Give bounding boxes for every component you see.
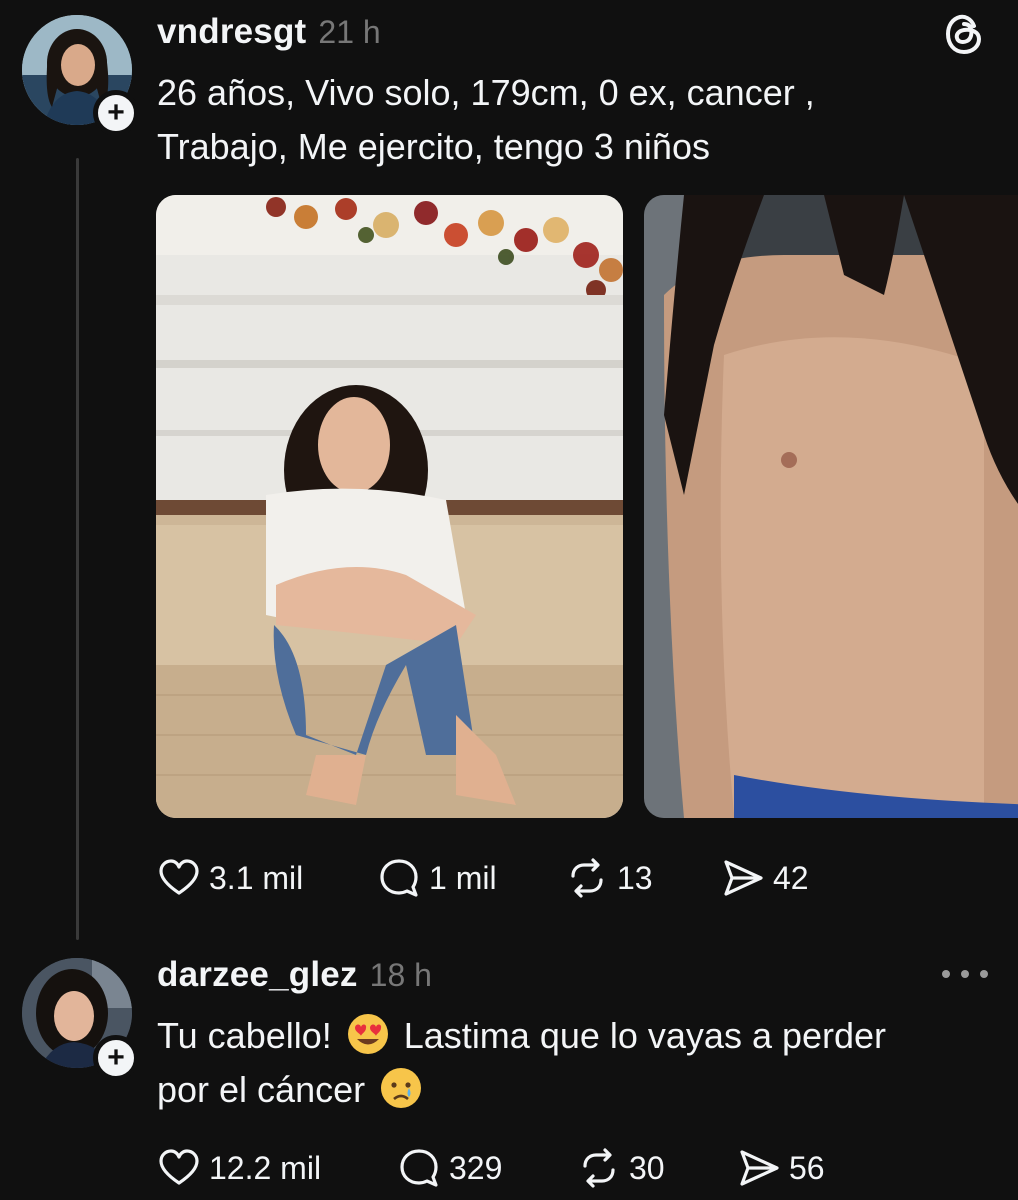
plus-icon: + bbox=[107, 1041, 125, 1074]
repost-count: 13 bbox=[617, 859, 653, 896]
reply-like-button[interactable]: 12.2 mil bbox=[157, 1146, 397, 1190]
username-link[interactable]: vndresgt bbox=[157, 12, 306, 52]
post-header: vndresgt 21 h bbox=[157, 12, 381, 52]
reply-actions: 12.2 mil 329 30 56 bbox=[157, 1146, 825, 1190]
reply-share-button[interactable]: 56 bbox=[737, 1146, 825, 1190]
share-button[interactable]: 42 bbox=[721, 856, 809, 900]
heart-icon bbox=[159, 1149, 199, 1185]
crying-face-emoji bbox=[381, 1068, 422, 1108]
reply-count: 1 mil bbox=[429, 859, 497, 896]
comment-icon bbox=[380, 859, 418, 897]
post-image-1[interactable] bbox=[156, 195, 623, 818]
reply-follow-button[interactable]: + bbox=[93, 1035, 139, 1081]
reply-reply-button[interactable]: 329 bbox=[397, 1146, 577, 1190]
repost-icon bbox=[583, 1148, 615, 1188]
post-text-line-1: 26 años, Vivo solo, 179cm, 0 ex, cancer … bbox=[157, 72, 815, 113]
comment-icon bbox=[400, 1149, 438, 1187]
post-actions: 3.1 mil 1 mil 13 42 bbox=[157, 856, 809, 900]
reply-text-part-1: Tu cabello! bbox=[157, 1015, 342, 1056]
post-text-line-2: Trabajo, Me ejercito, tengo 3 niños bbox=[157, 126, 710, 167]
share-count: 42 bbox=[773, 859, 809, 896]
thread-connector-line bbox=[76, 158, 79, 940]
follow-button[interactable]: + bbox=[93, 90, 139, 136]
send-icon bbox=[740, 1150, 779, 1186]
reply-button[interactable]: 1 mil bbox=[377, 856, 565, 900]
reply-text: Tu cabello! Lastima que lo vayas a perde… bbox=[157, 1009, 987, 1117]
threads-logo-icon[interactable] bbox=[944, 12, 984, 56]
send-icon bbox=[724, 860, 763, 896]
reply-text-part-3: por el cáncer bbox=[157, 1069, 376, 1110]
plus-icon: + bbox=[107, 96, 125, 129]
post-image-2[interactable] bbox=[644, 195, 1018, 818]
reply-reply-count: 329 bbox=[449, 1149, 503, 1186]
post-timestamp: 21 h bbox=[318, 14, 381, 50]
reply-text-part-2: Lastima que lo vayas a perder bbox=[393, 1015, 887, 1056]
heart-eyes-emoji bbox=[347, 1014, 388, 1054]
reply-header: darzee_glez 18 h bbox=[157, 955, 432, 995]
like-button[interactable]: 3.1 mil bbox=[157, 856, 377, 900]
like-count: 3.1 mil bbox=[209, 859, 304, 896]
reply-share-count: 56 bbox=[789, 1149, 825, 1186]
post-text: 26 años, Vivo solo, 179cm, 0 ex, cancer … bbox=[157, 66, 977, 174]
reply-repost-count: 30 bbox=[629, 1149, 665, 1186]
more-horizontal-icon[interactable] bbox=[942, 967, 988, 981]
repost-button[interactable]: 13 bbox=[565, 856, 721, 900]
reply-like-count: 12.2 mil bbox=[209, 1149, 322, 1186]
reply-timestamp: 18 h bbox=[369, 957, 432, 993]
reply-repost-button[interactable]: 30 bbox=[577, 1146, 737, 1190]
heart-icon bbox=[159, 859, 199, 895]
repost-icon bbox=[571, 858, 603, 898]
reply-username-link[interactable]: darzee_glez bbox=[157, 955, 358, 995]
